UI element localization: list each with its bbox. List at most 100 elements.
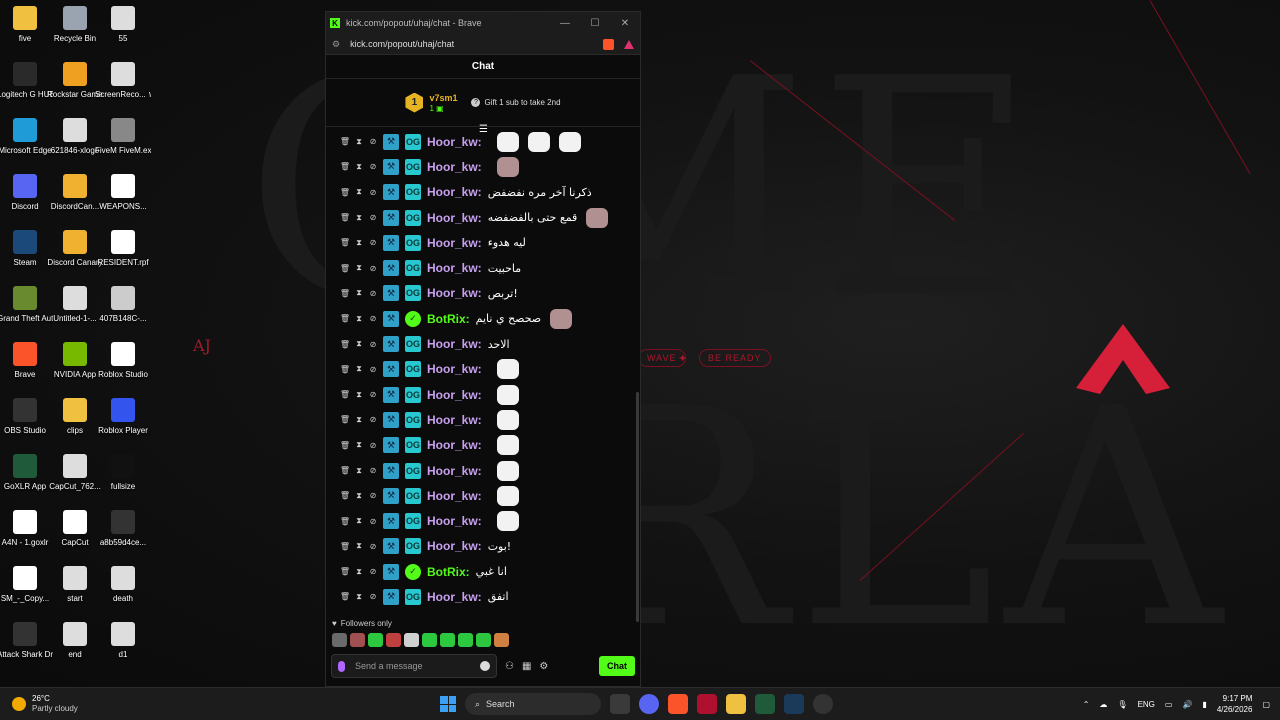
delete-icon[interactable]: 🗑: [340, 592, 350, 602]
chat-username[interactable]: Hoor_kw:: [427, 489, 482, 503]
chat-message[interactable]: 🗑 ⧗ ⊘ ⚒ OG Hoor_kw:: [326, 407, 638, 432]
ban-icon[interactable]: ⊘: [369, 516, 377, 526]
ban-icon[interactable]: ⊘: [369, 440, 377, 450]
ban-icon[interactable]: ⊘: [369, 288, 377, 298]
network-icon[interactable]: ▭: [1165, 700, 1173, 709]
timeout-icon[interactable]: ⧗: [355, 162, 363, 172]
chat-scrollbar[interactable]: [636, 392, 639, 622]
chat-username[interactable]: Hoor_kw:: [427, 261, 482, 275]
desktop-icon[interactable]: death: [95, 566, 151, 604]
chat-message[interactable]: 🗑 ⧗ ⊘ ⚒ ✓ BotRix: صحصح ي نايم: [326, 306, 638, 331]
ban-icon[interactable]: ⊘: [369, 567, 377, 577]
delete-icon[interactable]: 🗑: [340, 541, 350, 551]
delete-icon[interactable]: 🗑: [340, 238, 350, 248]
emote-button[interactable]: [350, 633, 365, 647]
ban-icon[interactable]: ⊘: [369, 541, 377, 551]
timeout-icon[interactable]: ⧗: [355, 592, 363, 602]
mic-tray-icon[interactable]: 🎙: [1117, 700, 1127, 709]
apex-taskbar-icon[interactable]: [697, 694, 717, 714]
timeout-icon[interactable]: ⧗: [355, 440, 363, 450]
delete-icon[interactable]: 🗑: [340, 364, 350, 374]
emote-button[interactable]: [368, 633, 383, 647]
delete-icon[interactable]: 🗑: [340, 440, 350, 450]
minimize-button[interactable]: —: [550, 18, 580, 29]
delete-icon[interactable]: 🗑: [340, 314, 350, 324]
close-button[interactable]: ✕: [610, 18, 640, 29]
battery-icon[interactable]: ▮: [1202, 700, 1206, 709]
ban-icon[interactable]: ⊘: [369, 466, 377, 476]
emote-button[interactable]: [386, 633, 401, 647]
maximize-button[interactable]: ☐: [580, 18, 610, 29]
desktop-icon[interactable]: WEAPONS...: [95, 174, 151, 212]
send-chat-button[interactable]: Chat: [599, 656, 635, 676]
desktop-icon[interactable]: a8b59d4ce...: [95, 510, 151, 548]
app-taskbar-icon[interactable]: [813, 694, 833, 714]
chat-username[interactable]: Hoor_kw:: [427, 362, 482, 376]
chat-username[interactable]: Hoor_kw:: [427, 590, 482, 604]
volume-icon[interactable]: 🔊: [1182, 700, 1192, 709]
brave-taskbar-icon[interactable]: [668, 694, 688, 714]
chat-message[interactable]: 🗑 ⧗ ⊘ ⚒ OG Hoor_kw:: [326, 357, 638, 382]
chat-message[interactable]: 🗑 ⧗ ⊘ ⚒ OG Hoor_kw: تربص!: [326, 281, 638, 306]
chat-username[interactable]: Hoor_kw:: [427, 160, 482, 174]
emote-button[interactable]: [404, 633, 419, 647]
delete-icon[interactable]: 🗑: [340, 263, 350, 273]
delete-icon[interactable]: 🗑: [340, 516, 350, 526]
desktop-icon[interactable]: A4N - 1.goxlr: [0, 510, 53, 548]
chat-username[interactable]: Hoor_kw:: [427, 211, 482, 225]
desktop-icon[interactable]: fullsize: [95, 454, 151, 492]
delete-icon[interactable]: 🗑: [340, 390, 350, 400]
timeout-icon[interactable]: ⧗: [355, 491, 363, 501]
emote-picker-icon[interactable]: [480, 661, 490, 671]
users-icon[interactable]: ⚇: [505, 661, 514, 672]
desktop-icon[interactable]: Microsoft Edge: [0, 118, 53, 156]
desktop-icon[interactable]: Logitech G HUB: [0, 62, 53, 100]
ban-icon[interactable]: ⊘: [369, 137, 377, 147]
ban-icon[interactable]: ⊘: [369, 390, 377, 400]
timeout-icon[interactable]: ⧗: [355, 187, 363, 197]
ban-icon[interactable]: ⊘: [369, 187, 377, 197]
desktop-icon[interactable]: FiveM FiveM.exe ...: [95, 118, 151, 156]
url-text[interactable]: kick.com/popout/uhaj/chat: [350, 39, 597, 49]
ban-icon[interactable]: ⊘: [369, 263, 377, 273]
delete-icon[interactable]: 🗑: [340, 213, 350, 223]
brave-shields-icon[interactable]: [603, 38, 614, 50]
chat-username[interactable]: Hoor_kw:: [427, 337, 482, 351]
chat-username[interactable]: Hoor_kw:: [427, 464, 482, 478]
ban-icon[interactable]: ⊘: [369, 162, 377, 172]
chat-message[interactable]: 🗑 ⧗ ⊘ ⚒ OG Hoor_kw:: [326, 129, 638, 154]
timeout-icon[interactable]: ⧗: [355, 339, 363, 349]
chat-message[interactable]: 🗑 ⧗ ⊘ ⚒ OG Hoor_kw:: [326, 154, 638, 179]
ban-icon[interactable]: ⊘: [369, 364, 377, 374]
site-settings-icon[interactable]: ⚙: [332, 39, 340, 50]
timeout-icon[interactable]: ⧗: [355, 238, 363, 248]
start-button[interactable]: [440, 696, 456, 712]
emote-button[interactable]: [332, 633, 347, 647]
emote-button[interactable]: [458, 633, 473, 647]
chat-username[interactable]: BotRix:: [427, 565, 470, 579]
task-view-icon[interactable]: [610, 694, 630, 714]
chat-message[interactable]: 🗑 ⧗ ⊘ ⚒ OG Hoor_kw: ماحبيت: [326, 255, 638, 280]
timeout-icon[interactable]: ⧗: [355, 263, 363, 273]
timeout-icon[interactable]: ⧗: [355, 516, 363, 526]
weather-widget[interactable]: 26°C Partly cloudy: [12, 694, 78, 714]
chevron-up-icon[interactable]: ⌃: [1083, 700, 1090, 709]
timeout-icon[interactable]: ⧗: [355, 314, 363, 324]
delete-icon[interactable]: 🗑: [340, 567, 350, 577]
chat-message[interactable]: 🗑 ⧗ ⊘ ⚒ OG Hoor_kw: بوت!: [326, 534, 638, 559]
chat-input[interactable]: Send a message: [331, 654, 497, 678]
chat-username[interactable]: Hoor_kw:: [427, 388, 482, 402]
desktop-icon[interactable]: 55: [95, 6, 151, 44]
desktop-icon[interactable]: Discord: [0, 174, 53, 212]
language-indicator[interactable]: ENG: [1138, 700, 1155, 709]
emote-button[interactable]: [494, 633, 509, 647]
emote-button[interactable]: [440, 633, 455, 647]
desktop-icon[interactable]: Brave: [0, 342, 53, 380]
chat-message[interactable]: 🗑 ⧗ ⊘ ⚒ OG Hoor_kw:: [326, 483, 638, 508]
desktop-icon[interactable]: Roblox Player: [95, 398, 151, 436]
delete-icon[interactable]: 🗑: [340, 187, 350, 197]
delete-icon[interactable]: 🗑: [340, 288, 350, 298]
ban-icon[interactable]: ⊘: [369, 213, 377, 223]
cloud-icon[interactable]: ☁: [1099, 700, 1107, 709]
chat-username[interactable]: Hoor_kw:: [427, 135, 482, 149]
